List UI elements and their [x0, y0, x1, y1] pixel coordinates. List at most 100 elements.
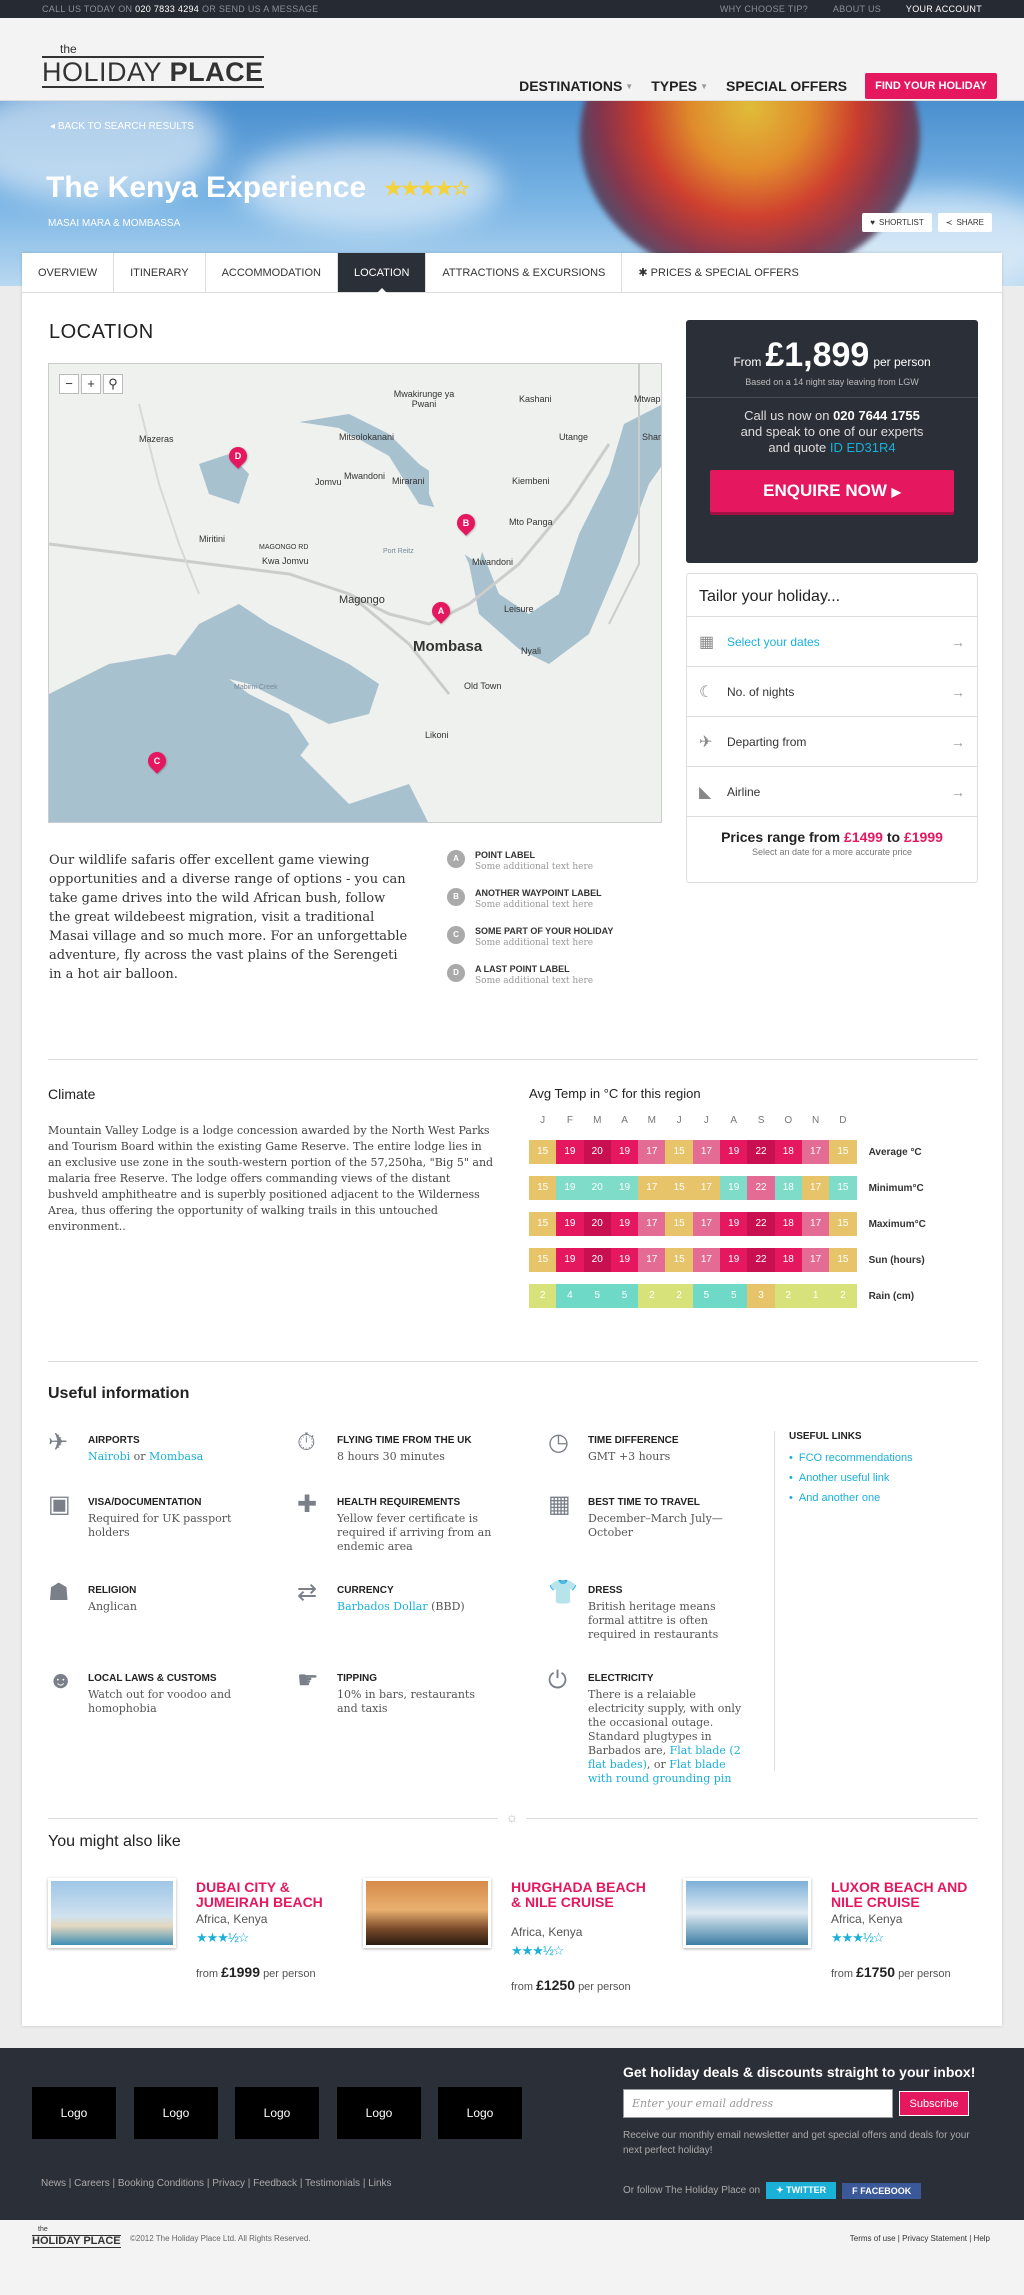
info-link[interactable]: Nairobi [88, 1450, 130, 1463]
nav-types[interactable]: TYPES ▼ [651, 78, 708, 94]
share-button[interactable]: ≺ Share [937, 213, 992, 232]
select-dates-row[interactable]: ▦ Select your dates → [687, 616, 977, 666]
list-item[interactable]: Another useful link [789, 1472, 913, 1484]
useful-item-body: Time difference GMT +3 hours [588, 1431, 679, 1464]
legal-links[interactable]: Terms of use | Privacy Statement | Help [850, 2234, 990, 2243]
currency-link[interactable]: Barbados Dollar [337, 1600, 428, 1613]
tab-location[interactable]: Location [337, 253, 427, 293]
range-to: to [886, 829, 901, 845]
enquire-now-button[interactable]: ENQUIRE NOW ▶ [710, 470, 954, 512]
nav-destinations[interactable]: DESTINATIONS ▼ [519, 78, 633, 94]
main-content: Overview Itinerary Accommodation Locatio… [22, 253, 1002, 2026]
map-pin-c[interactable]: C [144, 748, 170, 774]
list-item[interactable]: FCO recommendations [789, 1452, 913, 1464]
facebook-button[interactable]: f Facebook [842, 2182, 922, 2199]
nav-special-offers[interactable]: SPECIAL OFFERS [726, 78, 847, 94]
location-map[interactable]: − + ⚲ Mazeras Mwakirunge ya Pwani Kashan… [48, 363, 662, 823]
useful-item-body: Airports Nairobi or Mombasa [88, 1431, 203, 1464]
holiday-photo[interactable] [48, 1878, 176, 1948]
tab-bar: Overview Itinerary Accommodation Locatio… [22, 253, 1002, 293]
waypoint-item[interactable]: C Some part of your holiday Some additiona… [447, 926, 647, 948]
email-field[interactable]: Enter your email address [623, 2089, 893, 2118]
waypoint-item[interactable]: B Another waypoint label Some additional t… [447, 888, 647, 910]
holiday-card[interactable]: Hurghada Beach & Nile Cruise Africa, Keny… [363, 1878, 653, 1993]
zoom-in-button[interactable]: + [81, 374, 101, 394]
climate-cell: 20 [583, 1212, 611, 1236]
departing-row[interactable]: ✈ Departing from → [687, 716, 977, 766]
police-icon: ☻ [48, 1667, 74, 1694]
footer-logo[interactable]: the HOLIDAY PLACE [32, 2224, 121, 2248]
find-holiday-button[interactable]: FIND YOUR HOLIDAY [865, 73, 997, 99]
climate-cell: 2 [638, 1284, 666, 1308]
climate-cell: 15 [665, 1212, 693, 1236]
divider [48, 1361, 978, 1362]
useful-item: ☗ Religion Anglican [48, 1581, 248, 1614]
info-link[interactable]: Mombasa [149, 1450, 203, 1463]
waypoint-item[interactable]: A Point label Some additional text here [447, 850, 647, 872]
useful-item-text: Yellow fever certificate is required if … [337, 1512, 497, 1554]
waypoint-item[interactable]: D A last point label Some additional text … [447, 964, 647, 986]
table-row: 2 4 5 5 2 2 5 5 3 2 1 2 Rain (cm) [529, 1284, 926, 1308]
waypoint-label: Point label [475, 850, 535, 860]
climate-row-label: Minimum°C [868, 1182, 924, 1194]
your-account-link[interactable]: Your account [906, 4, 982, 14]
map-pin-b[interactable]: B [453, 510, 479, 536]
climate-cell: 15 [529, 1140, 557, 1164]
fco-link[interactable]: FCO recommendations [799, 1452, 913, 1464]
call-info: Call us now on 020 7644 1755 and speak t… [686, 408, 978, 456]
holiday-title[interactable]: Dubai City & Jumeirah Beach [196, 1880, 336, 1910]
copyright: ©2012 The Holiday Place Ltd. All Rights … [130, 2234, 311, 2243]
climate-cell: 15 [529, 1176, 557, 1200]
map-pin-d[interactable]: D [225, 443, 251, 469]
subscribe-button[interactable]: Subscribe [899, 2091, 969, 2116]
site-logo[interactable]: the HOLIDAY PLACE [42, 42, 264, 88]
holiday-photo[interactable] [683, 1878, 811, 1948]
nights-label: No. of nights [727, 684, 795, 699]
twitter-button[interactable]: ✦ Twitter [766, 2182, 837, 2199]
airline-row[interactable]: ◣ Airline → [687, 766, 977, 816]
about-us-link[interactable]: About us [833, 4, 881, 14]
stopwatch-icon: ⏱ [297, 1429, 316, 1456]
list-item[interactable]: And another one [789, 1492, 913, 1504]
twitter-icon: ✦ [776, 2185, 784, 2195]
tab-overview[interactable]: Overview [22, 253, 115, 292]
month-label: J [703, 1115, 709, 1126]
send-message-link[interactable]: or send us a message [202, 4, 319, 14]
holiday-card[interactable]: Luxor Beach and Nile Cruise Africa, Kenya… [683, 1878, 973, 1980]
holiday-photo[interactable] [363, 1878, 491, 1948]
search-icon[interactable]: ⚲ [103, 374, 123, 394]
useful-item: ☛ Tipping 10% in bars, restaurants and tax… [297, 1669, 497, 1716]
climate-cell: 15 [829, 1212, 857, 1236]
nights-row[interactable]: ☾ No. of nights → [687, 666, 977, 716]
map-label: Shanzu [642, 432, 661, 442]
useful-item-text: 8 hours 30 minutes [337, 1450, 472, 1464]
shortlist-button[interactable]: ♥ Shortlist [862, 213, 932, 232]
moon-icon: ☾ [699, 683, 714, 701]
call-phone[interactable]: 020 7644 1755 [833, 408, 920, 423]
calendar-icon: ▦ [548, 1491, 571, 1518]
top-phone[interactable]: 020 7833 4294 [135, 4, 199, 14]
holiday-location: Africa, Kenya [196, 1912, 268, 1926]
price-from: from [831, 1968, 853, 1980]
another-link[interactable]: And another one [799, 1492, 880, 1504]
why-choose-link[interactable]: Why choose TIP? [720, 4, 808, 14]
arrow-right-icon: → [951, 783, 965, 800]
tab-accommodation[interactable]: Accommodation [206, 253, 338, 292]
price-price: £1750 [856, 1964, 895, 1980]
map-label: Kashani [519, 394, 552, 404]
tab-attractions[interactable]: Attractions & Excursions [426, 253, 623, 292]
tab-itinerary[interactable]: Itinerary [114, 253, 206, 292]
holiday-title[interactable]: Hurghada Beach & Nile Cruise [511, 1880, 651, 1910]
useful-link[interactable]: Another useful link [799, 1472, 890, 1484]
map-pin-a[interactable]: A [428, 598, 454, 624]
zoom-out-button[interactable]: − [59, 374, 79, 394]
back-to-results-link[interactable]: ◂ Back to search results [50, 121, 194, 132]
holiday-card[interactable]: Dubai City & Jumeirah Beach Africa, Kenya… [48, 1878, 338, 1980]
partner-logo: Logo [337, 2087, 421, 2139]
useful-item-body: Electricity There is a relaiable electric… [588, 1669, 748, 1786]
holiday-title[interactable]: Luxor Beach and Nile Cruise [831, 1880, 971, 1910]
footer-links[interactable]: News | Careers | Booking Conditions | Pr… [41, 2178, 392, 2189]
price-basis: Based on a 14 night stay leaving from LG… [745, 377, 919, 387]
tab-prices[interactable]: ✱ Prices & Special Offers [622, 253, 814, 292]
range-min: £1499 [844, 829, 883, 845]
